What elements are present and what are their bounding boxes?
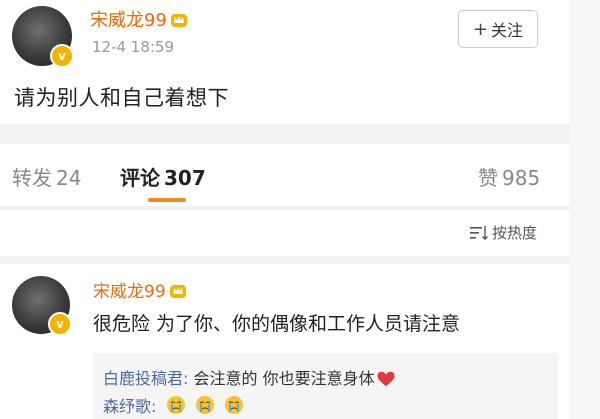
background-strip <box>570 0 600 419</box>
reply-item[interactable]: 森纾歌: <box>103 393 244 417</box>
comment-label: 评论 <box>120 166 160 190</box>
reply-username[interactable]: 森纾歌: <box>103 397 156 416</box>
repost-count: 24 <box>56 166 82 190</box>
comment-avatar[interactable]: v <box>12 276 72 336</box>
reply-item[interactable]: 白鹿投稿君: 会注意的 你也要注意身体 <box>103 365 395 389</box>
weibo-post-card: v 宋威龙99 12-4 18:59 + 关注 请为别人和自己着想下 转发 24 … <box>0 0 570 419</box>
comment-username[interactable]: 宋威龙99 <box>93 277 187 302</box>
like-label: 赞 <box>478 166 498 190</box>
like-count: 985 <box>502 166 541 190</box>
reply-box[interactable]: 白鹿投稿君: 会注意的 你也要注意身体 森纾歌: <box>93 353 558 419</box>
heart-icon <box>377 371 395 386</box>
sort-divider <box>0 256 570 264</box>
section-divider <box>0 124 570 144</box>
sort-icon <box>470 225 488 240</box>
tab-like[interactable]: 赞 985 <box>478 162 540 191</box>
verified-badge-icon: v <box>48 312 72 336</box>
repost-label: 转发 <box>12 166 52 190</box>
comment-text: 很危险 为了你、你的偶像和工作人员请注意 <box>93 313 461 335</box>
stats-divider <box>0 206 570 210</box>
post-text: 请为别人和自己着想下 <box>14 86 229 110</box>
crying-emoji-icon <box>224 396 243 414</box>
stats-bar: 转发 24 评论 307 赞 985 <box>0 144 570 206</box>
comment-count: 307 <box>164 166 206 190</box>
crying-emoji-icon <box>166 396 185 414</box>
tab-comment[interactable]: 评论 307 <box>120 162 206 191</box>
avatar[interactable]: v <box>12 6 74 68</box>
crown-icon <box>170 14 187 27</box>
crying-emoji-icon <box>195 396 214 414</box>
post-username[interactable]: 宋威龙99 <box>90 6 188 32</box>
active-tab-indicator <box>148 198 186 202</box>
crown-icon <box>169 285 186 298</box>
follow-button[interactable]: + 关注 <box>458 10 538 48</box>
sort-label: 按热度 <box>492 224 538 242</box>
comment-username-text[interactable]: 宋威龙99 <box>93 282 166 302</box>
tab-repost[interactable]: 转发 24 <box>12 162 81 191</box>
post-timestamp: 12-4 18:59 <box>92 38 175 56</box>
follow-button-label: 关注 <box>491 21 524 40</box>
sort-by-hot-button[interactable]: 按热度 <box>470 222 537 243</box>
verified-badge-icon: v <box>50 44 74 68</box>
plus-icon: + <box>472 18 489 40</box>
reply-username[interactable]: 白鹿投稿君: <box>103 369 188 388</box>
post-username-text[interactable]: 宋威龙99 <box>90 10 167 31</box>
reply-text: 会注意的 你也要注意身体 <box>193 369 375 388</box>
